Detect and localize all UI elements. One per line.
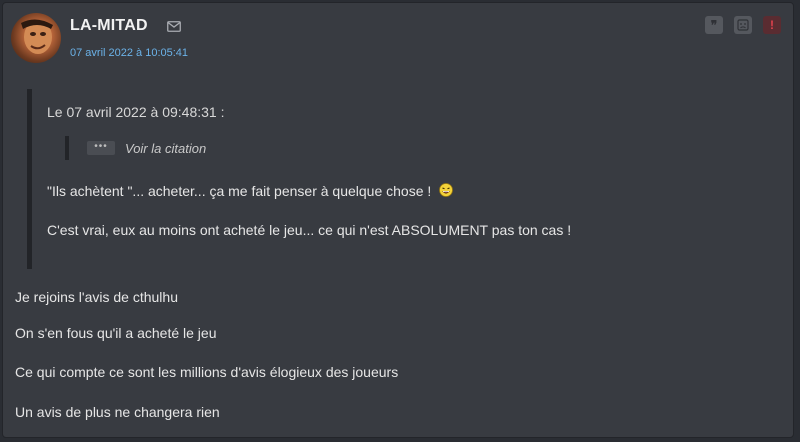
quote-button[interactable]: ❞ xyxy=(705,16,723,34)
post-body-line: Ce qui compte ce sont les millions d'avi… xyxy=(15,364,399,380)
report-button[interactable]: ! xyxy=(763,16,781,34)
sad-face-icon xyxy=(737,19,749,31)
post-body-line: On s'en fous qu'il a acheté le jeu xyxy=(15,325,217,341)
post-body-line: Un avis de plus ne changera rien xyxy=(15,404,220,420)
avatar[interactable] xyxy=(11,13,61,63)
mail-icon[interactable] xyxy=(167,21,181,32)
post-actions: ❞ ! xyxy=(705,16,781,34)
author-name[interactable]: LA-MITAD xyxy=(70,17,148,35)
quote-header: Le 07 avril 2022 à 09:48:31 : xyxy=(47,104,225,120)
quote-icon: ❞ xyxy=(710,18,718,32)
post-body-line: Je rejoins l'avis de cthulhu xyxy=(15,289,178,305)
nested-quote: ••• Voir la citation xyxy=(65,136,206,160)
report-icon: ! xyxy=(770,18,774,32)
quote-text-line: "Ils achètent "... acheter... ça me fait… xyxy=(47,183,454,199)
expand-quote-button[interactable]: ••• xyxy=(87,141,115,155)
laughing-smiley-icon xyxy=(439,183,454,197)
see-quote-link[interactable]: Voir la citation xyxy=(125,141,206,156)
quote-text-line: C'est vrai, eux au moins ont acheté le j… xyxy=(47,222,572,238)
forum-post: LA-MITAD 07 avril 2022 à 10:05:41 ❞ ! Le… xyxy=(2,2,794,438)
mp-button[interactable] xyxy=(734,16,752,34)
blockquote: Le 07 avril 2022 à 09:48:31 : ••• Voir l… xyxy=(27,89,772,269)
post-date-link[interactable]: 07 avril 2022 à 10:05:41 xyxy=(70,47,188,59)
